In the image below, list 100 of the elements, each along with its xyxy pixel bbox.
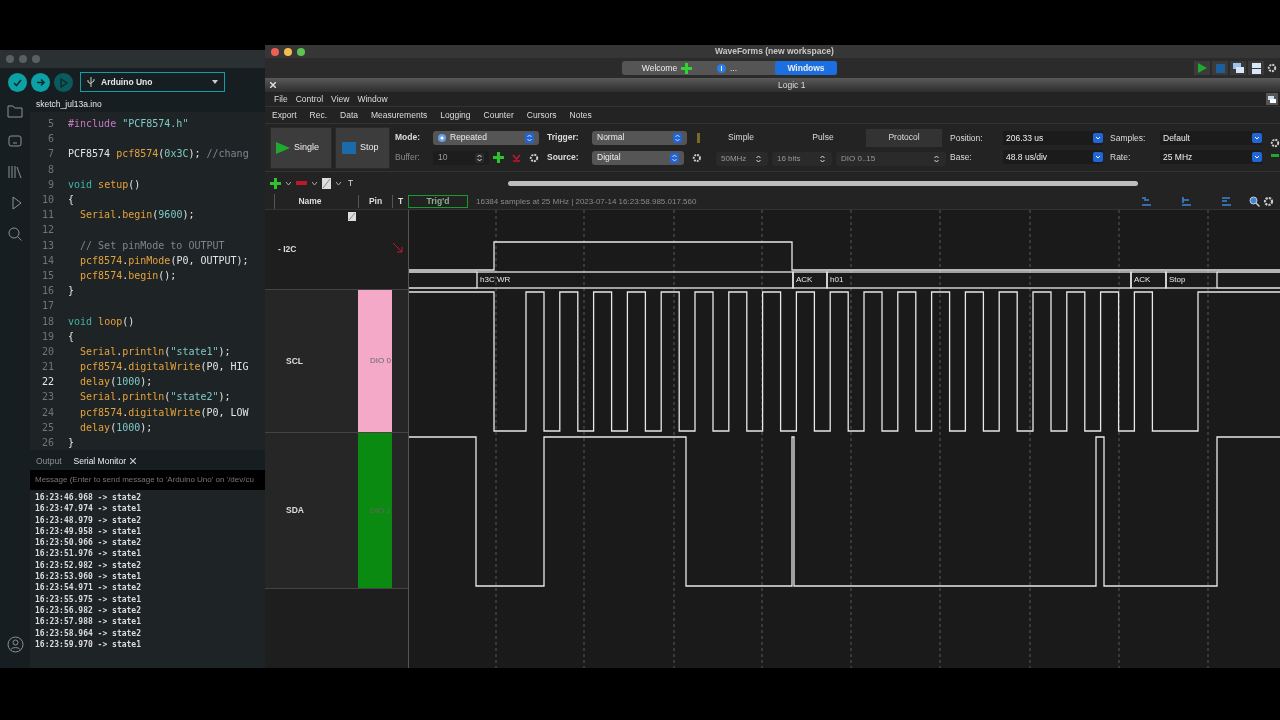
caret-down-icon[interactable] [286,181,291,185]
settings-button[interactable] [1266,61,1278,75]
field-label: Trigger: [547,131,580,144]
panel-tab[interactable]: Serial Monitor [73,454,136,468]
settings-icon[interactable] [1270,138,1280,148]
line-number: 16 [40,284,55,299]
tab[interactable]: ... [702,61,752,75]
toolbar-item[interactable]: Logging [440,108,471,122]
channel-name[interactable]: SDA [265,504,358,517]
code-line: PCF8574 pcf8574(0x3C); //chang [68,147,249,162]
single-button[interactable]: Single [270,126,332,169]
library-icon[interactable] [7,164,23,180]
line-number: 19 [40,329,55,344]
dropdown[interactable]: Repeated [433,130,539,145]
toolbar-item[interactable]: Data [340,108,359,122]
channel-name[interactable]: - I2C [278,243,297,256]
caret-down-icon [1252,152,1262,162]
decoded-label: Stop [1169,274,1186,286]
settings-icon[interactable] [692,152,702,163]
code-line: void loop() [68,314,135,329]
input-field[interactable]: 25 MHz [1160,150,1262,164]
toolbar-item[interactable]: Counter [483,108,514,122]
tile-button[interactable] [1248,61,1264,75]
cascade-button[interactable] [1230,61,1246,75]
menu-item[interactable]: View [331,92,350,106]
channel-name[interactable]: SCL [265,354,358,368]
settings-icon[interactable] [529,152,539,163]
window-minimize-button[interactable] [284,47,292,56]
trigger-status: Trig'd [408,195,468,208]
settings-icon[interactable] [1263,196,1274,207]
field-label: Source: [547,151,580,164]
verify-button[interactable] [8,72,27,92]
trigger-tab[interactable]: Simple [702,128,780,147]
stepper-icon [754,154,763,164]
tab[interactable]: Windows [775,61,837,75]
tab[interactable]: Welcome [622,61,702,75]
input-field[interactable]: Default [1160,131,1262,145]
plus-icon[interactable] [270,177,281,189]
align-icon[interactable] [1181,197,1191,206]
caret-down-icon[interactable] [336,181,341,185]
field-label: Base: [950,150,973,164]
stop-button[interactable]: Stop [335,126,390,169]
toolbar-item[interactable]: Export [272,108,297,122]
ruler-icon[interactable] [322,177,331,189]
field-label: Rate: [1110,150,1132,164]
stepper-icon [673,132,682,143]
toolbar-item[interactable]: Rec. [309,108,328,122]
dropdown[interactable]: Digital [592,150,685,165]
search-icon[interactable] [7,226,23,242]
window-close-button[interactable] [271,47,279,56]
code-line: Serial.begin(9600); [79,208,195,223]
undock-button[interactable] [1266,93,1278,105]
board-selector[interactable]: Arduino Uno [80,72,225,92]
text-tool-button[interactable]: T [348,176,354,190]
board-icon[interactable] [7,133,23,149]
line-number: 18 [40,314,55,329]
code-line: { [68,193,75,208]
column-header[interactable]: Pin [358,195,393,208]
serial-output-line: 16:23:48.979 -> state2 [35,514,142,526]
file-tab[interactable]: sketch_jul13a.ino [36,97,102,111]
pin-cell: DIO 0 [358,290,392,432]
toolbar-item[interactable]: Notes [569,108,592,122]
stop-icon [342,141,356,154]
code-line: pcf8574.pinMode(P0, OUTPUT); [79,253,249,268]
serial-output-line: 16:23:54.971 -> state2 [35,582,142,594]
arrow-right-icon [35,76,46,88]
plus-icon[interactable] [681,62,693,74]
close-icon[interactable] [270,82,276,88]
trigger-tab[interactable]: Protocol [866,128,942,147]
code-line: Serial.println("state1"); [79,344,231,359]
caret-down-icon [212,80,218,84]
column-header[interactable]: T [393,195,408,208]
column-header[interactable]: Name [275,195,345,208]
run-button[interactable] [1194,61,1210,75]
align-icon[interactable] [1221,197,1231,206]
input-field[interactable]: 48.8 us/div [1003,150,1103,164]
toolbar-item[interactable]: Cursors [526,108,557,122]
toolbar-item[interactable]: Measurements [371,108,428,122]
scrollbar[interactable] [508,180,1139,186]
upload-button[interactable] [31,72,50,92]
stepper-icon [525,132,534,143]
menu-item[interactable]: Window [357,92,388,106]
trigger-tab[interactable]: Pulse [780,128,866,147]
account-icon[interactable] [7,636,24,653]
info-icon [716,63,726,73]
field-label: Samples: [1110,131,1147,145]
dropdown[interactable]: Normal [592,130,687,145]
folder-icon[interactable] [7,104,23,118]
decoded-label: ACK [1134,274,1151,286]
align-icon[interactable] [1141,197,1151,206]
caret-down-icon[interactable] [312,181,317,185]
plus-icon[interactable] [493,152,504,163]
panel-tab[interactable]: Output [36,454,62,468]
menu-item[interactable]: File [274,92,288,106]
window-zoom-button[interactable] [297,47,305,56]
zoom-icon[interactable] [1249,196,1260,207]
menu-item[interactable]: Control [295,92,324,106]
code-line: pcf8574.digitalWrite(P0, HIG [79,360,249,375]
close-icon[interactable] [129,458,136,464]
input-field[interactable]: 206.33 us [1003,131,1103,145]
